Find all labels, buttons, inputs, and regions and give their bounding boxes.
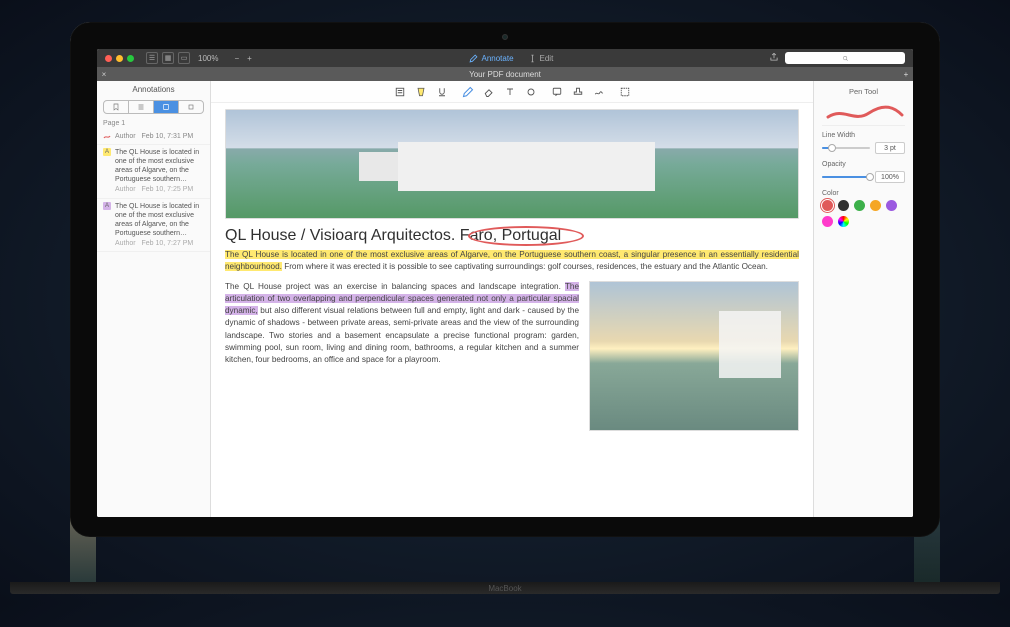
close-tab-button[interactable]: × — [97, 70, 111, 79]
stamp-icon — [572, 86, 584, 98]
color-swatch-orange[interactable] — [870, 200, 881, 211]
sidebar-toggle-button[interactable]: ☰ — [146, 52, 158, 64]
view-pages-button[interactable]: ▭ — [178, 52, 190, 64]
eraser-icon — [483, 86, 495, 98]
app-window: ☰ ▦ ▭ 100% − + Annotate Edit — [97, 49, 913, 517]
new-tab-button[interactable]: + — [899, 70, 913, 79]
hero-image — [225, 109, 799, 219]
form-icon — [394, 86, 406, 98]
camera-dot — [502, 34, 508, 40]
minimize-button[interactable] — [116, 55, 123, 62]
tool-shape[interactable] — [524, 85, 538, 99]
color-label: Color — [822, 190, 905, 197]
underline-icon — [436, 86, 448, 98]
view-thumbnails-button[interactable]: ▦ — [162, 52, 174, 64]
note-icon — [551, 86, 563, 98]
bookmark-icon — [112, 103, 120, 111]
color-swatch-red[interactable] — [822, 200, 833, 211]
opacity-label: Opacity — [822, 161, 905, 168]
search-input[interactable] — [785, 52, 905, 64]
zoom-in-button[interactable]: + — [247, 54, 252, 63]
annotation-item[interactable]: A The QL House is located in one of the … — [97, 145, 210, 198]
mode-edit-button[interactable]: Edit — [528, 54, 554, 63]
color-swatch-green[interactable] — [854, 200, 865, 211]
titlebar: ☰ ▦ ▭ 100% − + Annotate Edit — [97, 49, 913, 67]
inspector-title: Pen Tool — [822, 87, 905, 96]
annotations-sidebar: Annotations — [97, 81, 211, 517]
annotation-toolbar — [211, 81, 813, 103]
window-controls — [105, 55, 134, 62]
highlight-icon: A — [103, 202, 111, 210]
annotation-icon — [162, 103, 170, 111]
square-icon — [187, 103, 195, 111]
sidebar-title: Annotations — [97, 81, 210, 98]
tool-pen[interactable] — [461, 85, 475, 99]
filter-misc[interactable] — [179, 101, 203, 113]
tool-eraser[interactable] — [482, 85, 496, 99]
tool-underline[interactable] — [435, 85, 449, 99]
tool-signature[interactable] — [592, 85, 606, 99]
color-swatch-purple[interactable] — [886, 200, 897, 211]
pencil-icon — [469, 54, 478, 63]
zoom-level[interactable]: 100% — [198, 54, 218, 63]
draw-icon — [103, 132, 111, 140]
text-cursor-icon — [528, 54, 537, 63]
page-label: Page 1 — [97, 118, 210, 129]
paragraph-2: The QL House project was an exercise in … — [225, 281, 579, 431]
shape-icon — [525, 86, 537, 98]
color-swatch-black[interactable] — [838, 200, 849, 211]
tool-note[interactable] — [550, 85, 564, 99]
select-icon — [619, 86, 631, 98]
share-button[interactable] — [769, 52, 779, 65]
document-main: QL House / Visioarq Arquitectos. Faro, P… — [211, 81, 813, 517]
highlight-tool-icon — [415, 86, 427, 98]
search-icon — [842, 55, 849, 62]
zoom-out-button[interactable]: − — [234, 54, 239, 63]
close-button[interactable] — [105, 55, 112, 62]
filter-bookmarks[interactable] — [104, 101, 129, 113]
highlight-icon: A — [103, 148, 111, 156]
linewidth-value[interactable]: 3 pt — [875, 142, 905, 154]
laptop-brand: MacBook — [10, 582, 1000, 594]
filter-annotations[interactable] — [154, 101, 179, 113]
tool-highlight[interactable] — [414, 85, 428, 99]
text-icon — [504, 86, 516, 98]
tool-stamp[interactable] — [571, 85, 585, 99]
tab-bar: × Your PDF document + — [97, 67, 913, 81]
maximize-button[interactable] — [127, 55, 134, 62]
annotation-item[interactable]: A The QL House is located in one of the … — [97, 199, 210, 252]
color-swatch-pink[interactable] — [822, 216, 833, 227]
pen-icon — [462, 86, 474, 98]
tab-title[interactable]: Your PDF document — [111, 70, 899, 79]
document-page[interactable]: QL House / Visioarq Arquitectos. Faro, P… — [211, 103, 813, 517]
filter-outline[interactable] — [129, 101, 154, 113]
annotation-item[interactable]: Author Feb 10, 7:31 PM — [97, 129, 210, 145]
color-swatch-rainbow[interactable] — [838, 216, 849, 227]
squiggle-icon — [824, 103, 904, 123]
inspector-panel: Pen Tool Line Width 3 pt Opacity — [813, 81, 913, 517]
opacity-slider[interactable] — [822, 176, 870, 178]
linewidth-label: Line Width — [822, 132, 905, 139]
mode-annotate-button[interactable]: Annotate — [469, 54, 513, 63]
opacity-value[interactable]: 100% — [875, 171, 905, 183]
tool-form[interactable] — [393, 85, 407, 99]
signature-icon — [593, 86, 605, 98]
share-icon — [769, 52, 779, 62]
pen-preview — [822, 100, 905, 126]
sidebar-filter-tabs — [103, 100, 204, 114]
paragraph-1: The QL House is located in one of the mo… — [225, 249, 799, 274]
document-heading: QL House / Visioarq Arquitectos. Faro, P… — [225, 227, 799, 245]
color-swatches — [822, 200, 905, 227]
tool-select[interactable] — [618, 85, 632, 99]
linewidth-slider[interactable] — [822, 147, 870, 149]
list-icon — [137, 103, 145, 111]
secondary-image — [589, 281, 799, 431]
tool-text[interactable] — [503, 85, 517, 99]
